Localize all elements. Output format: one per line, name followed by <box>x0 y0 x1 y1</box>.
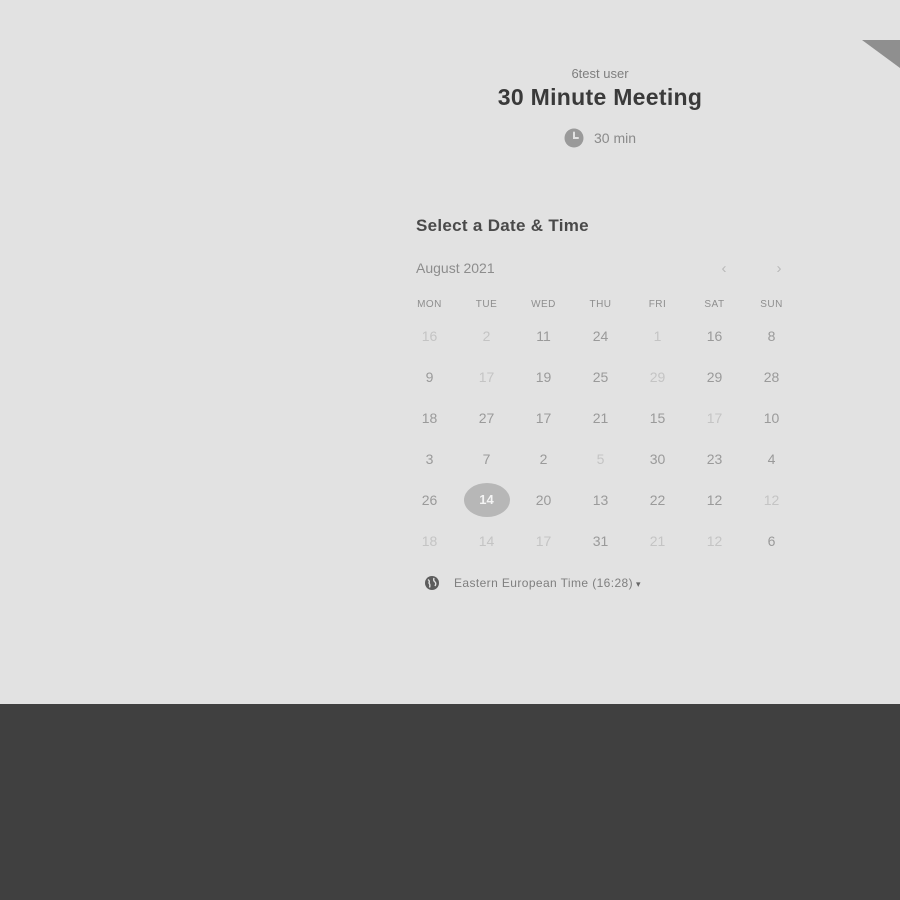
calendar-day[interactable]: 11 <box>515 315 572 356</box>
calendar-day[interactable]: 10 <box>743 397 800 438</box>
calendar-grid: 16 2 11 24 1 16 8 9 17 19 25 29 29 28 18… <box>401 315 800 561</box>
calendar-day[interactable]: 8 <box>743 315 800 356</box>
calendar-day[interactable]: 9 <box>401 356 458 397</box>
calendar-day: 17 <box>706 409 723 426</box>
prev-month-button[interactable]: ‹ <box>712 256 736 280</box>
calendar-day[interactable]: 4 <box>743 438 800 479</box>
weekday-label: THU <box>589 299 612 310</box>
calendar-day[interactable]: 6 <box>743 520 800 561</box>
calendar-day: 14 <box>478 532 495 549</box>
timezone-label[interactable]: Eastern European Time (16:28) ▾ <box>454 576 641 590</box>
event-owner: 6test user <box>571 66 629 81</box>
duration-label: 30 min <box>593 130 637 146</box>
calendar-day[interactable]: 19 <box>515 356 572 397</box>
calendar-day[interactable]: 17 <box>515 397 572 438</box>
calendar-day: 18 <box>421 532 438 549</box>
calendar-day[interactable]: 12 <box>686 479 743 520</box>
calendar-day[interactable]: 20 <box>515 479 572 520</box>
weekday-label: WED <box>531 299 556 310</box>
calendar-day: 21 <box>649 532 666 549</box>
event-duration: 30 min <box>400 128 800 148</box>
calendar-day[interactable]: 3 <box>401 438 458 479</box>
calendar-day[interactable]: 18 <box>401 397 458 438</box>
calendar-day: 5 <box>596 450 605 467</box>
calendar-day[interactable]: 21 <box>572 397 629 438</box>
calendar-day[interactable]: 27 <box>458 397 515 438</box>
calendar-day: 29 <box>649 368 666 385</box>
calendar-day[interactable]: 31 <box>572 520 629 561</box>
calendar-day[interactable]: 25 <box>572 356 629 397</box>
calendar-day[interactable]: 30 <box>629 438 686 479</box>
calendar-day[interactable]: 15 <box>629 397 686 438</box>
timezone-text[interactable]: Eastern European Time (16:28) <box>454 576 633 590</box>
weekday-label: SAT <box>704 299 725 310</box>
corner-badge[interactable] <box>862 40 900 68</box>
globe-icon <box>425 576 439 590</box>
calendar-day-selected[interactable]: 14 <box>458 479 515 520</box>
month-label: August 2021 <box>416 260 495 276</box>
timezone-selector[interactable]: Eastern European Time (16:28) ▾ <box>424 575 641 591</box>
weekday-header: MON TUE WED THU FRI SAT SUN <box>401 299 800 310</box>
weekday-label: TUE <box>475 299 498 310</box>
next-month-button[interactable]: › <box>767 256 791 280</box>
calendar-day[interactable]: 24 <box>572 315 629 356</box>
event-title: 30 Minute Meeting <box>497 84 703 110</box>
calendar-day: 12 <box>763 491 780 508</box>
calendar-day: 12 <box>706 532 723 549</box>
calendar-day: 17 <box>478 368 495 385</box>
calendar-day[interactable]: 13 <box>572 479 629 520</box>
calendar-day[interactable]: 23 <box>686 438 743 479</box>
calendar-day[interactable]: 16 <box>686 315 743 356</box>
calendar-day[interactable]: 22 <box>629 479 686 520</box>
section-title: Select a Date & Time <box>416 216 589 235</box>
calendar-day[interactable]: 7 <box>458 438 515 479</box>
chevron-down-icon[interactable]: ▾ <box>636 579 641 589</box>
calendar-day: 16 <box>421 327 438 344</box>
weekday-label: MON <box>417 299 442 310</box>
calendar-day[interactable]: 26 <box>401 479 458 520</box>
weekday-label: SUN <box>760 299 783 310</box>
calendar-day[interactable]: 28 <box>743 356 800 397</box>
selected-day-label[interactable]: 14 <box>463 482 510 517</box>
calendar-day[interactable]: 29 <box>686 356 743 397</box>
calendar-day: 1 <box>653 327 662 344</box>
calendar-day[interactable]: 2 <box>515 438 572 479</box>
calendar-day: 17 <box>535 532 552 549</box>
clock-icon <box>564 128 584 148</box>
weekday-label: FRI <box>648 299 667 310</box>
footer-area <box>0 704 900 900</box>
calendar-day: 2 <box>482 327 491 344</box>
